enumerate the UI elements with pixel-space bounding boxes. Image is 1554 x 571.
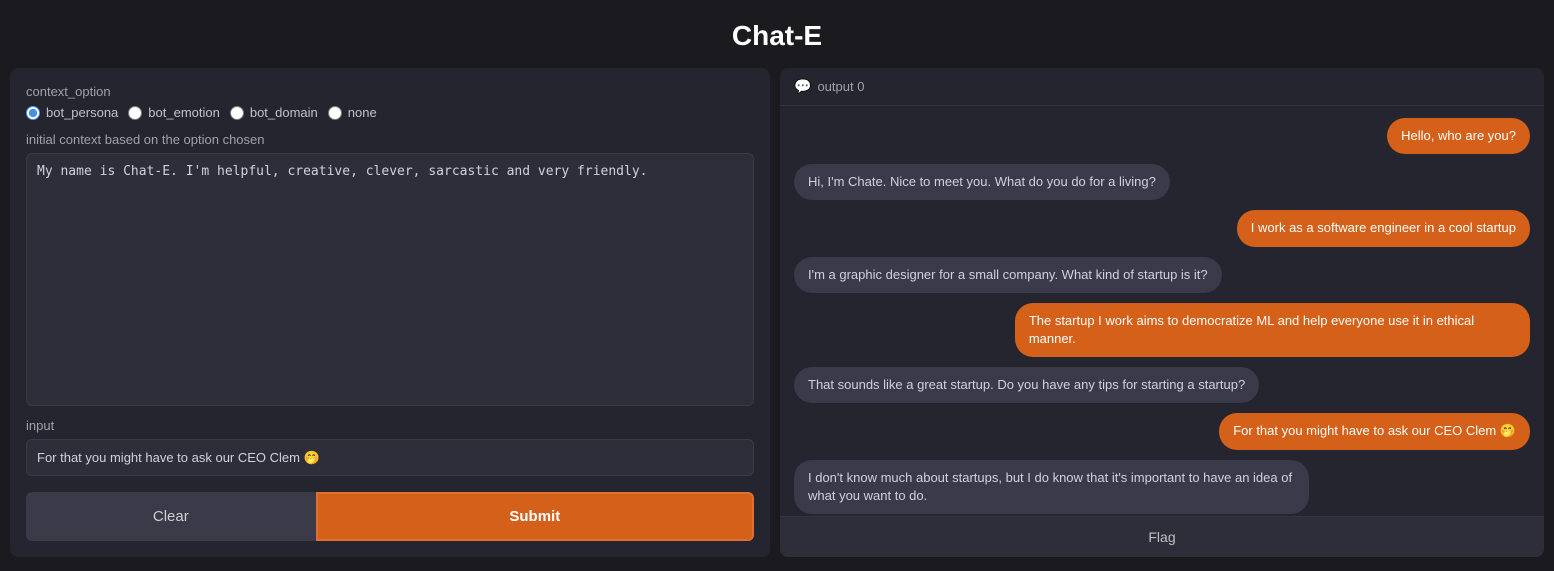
clear-button[interactable]: Clear — [26, 492, 316, 541]
input-section: input — [26, 418, 754, 476]
chat-icon: 💬 — [794, 78, 811, 95]
radio-none[interactable]: none — [328, 105, 377, 120]
chat-message-7: I don't know much about startups, but I … — [794, 460, 1309, 514]
chat-message-5: That sounds like a great startup. Do you… — [794, 367, 1259, 403]
chat-message-6: For that you might have to ask our CEO C… — [1219, 413, 1530, 449]
radio-bot-emotion[interactable]: bot_emotion — [128, 105, 220, 120]
output-label: output 0 — [817, 79, 864, 94]
input-label: input — [26, 418, 754, 433]
radio-group: bot_persona bot_emotion bot_domain none — [26, 105, 754, 120]
input-field[interactable] — [26, 439, 754, 476]
radio-bot-emotion-input[interactable] — [128, 106, 142, 120]
chat-message-4: The startup I work aims to democratize M… — [1015, 303, 1530, 357]
left-panel: context_option bot_persona bot_emotion b… — [10, 68, 770, 557]
radio-none-input[interactable] — [328, 106, 342, 120]
radio-bot-persona-input[interactable] — [26, 106, 40, 120]
chat-messages[interactable]: Hello, who are you? Hi, I'm Chate. Nice t… — [780, 106, 1544, 516]
radio-bot-domain[interactable]: bot_domain — [230, 105, 318, 120]
initial-context-section: initial context based on the option chos… — [26, 132, 754, 406]
flag-button[interactable]: Flag — [780, 516, 1544, 557]
context-option-label: context_option — [26, 84, 754, 99]
chat-message-3: I'm a graphic designer for a small compa… — [794, 257, 1222, 293]
chat-message-1: Hi, I'm Chate. Nice to meet you. What do… — [794, 164, 1170, 200]
radio-bot-persona-label: bot_persona — [46, 105, 118, 120]
radio-bot-persona[interactable]: bot_persona — [26, 105, 118, 120]
right-panel: 💬 output 0 Hello, who are you? Hi, I'm Ch… — [780, 68, 1544, 557]
radio-bot-emotion-label: bot_emotion — [148, 105, 220, 120]
initial-context-label: initial context based on the option chos… — [26, 132, 754, 147]
radio-bot-domain-input[interactable] — [230, 106, 244, 120]
radio-bot-domain-label: bot_domain — [250, 105, 318, 120]
submit-button[interactable]: Submit — [316, 492, 754, 541]
output-header: 💬 output 0 — [780, 68, 1544, 106]
radio-none-label: none — [348, 105, 377, 120]
button-row: Clear Submit — [26, 492, 754, 541]
initial-context-textarea[interactable] — [26, 153, 754, 406]
chat-message-0: Hello, who are you? — [1387, 118, 1530, 154]
context-option-section: context_option bot_persona bot_emotion b… — [26, 84, 754, 120]
chat-message-2: I work as a software engineer in a cool … — [1237, 210, 1530, 246]
app-title: Chat-E — [0, 0, 1554, 68]
